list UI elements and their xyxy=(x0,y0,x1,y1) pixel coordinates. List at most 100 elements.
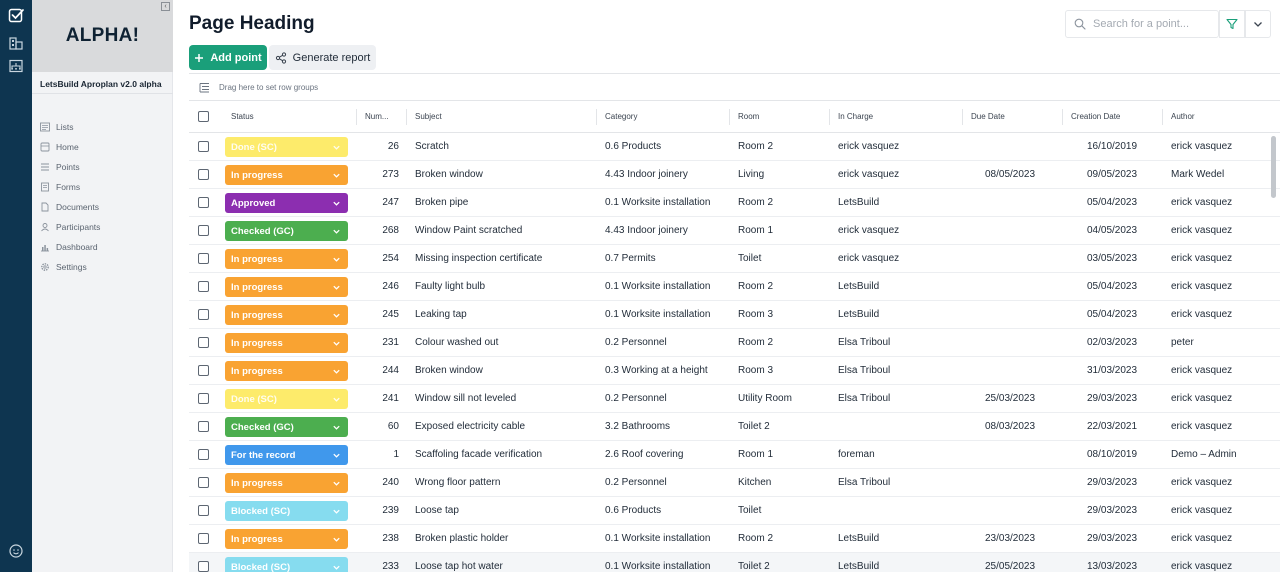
column-separator[interactable] xyxy=(356,109,357,125)
column-header-author[interactable]: Author xyxy=(1171,101,1195,132)
column-header-subject[interactable]: Subject xyxy=(415,101,442,132)
table-row[interactable]: In progress 273 Broken window 4.43 Indoor j… xyxy=(189,161,1280,189)
row-checkbox[interactable] xyxy=(198,169,209,180)
status-dropdown[interactable]: In progress xyxy=(225,361,348,381)
row-checkbox[interactable] xyxy=(198,505,209,516)
row-checkbox[interactable] xyxy=(198,337,209,348)
row-checkbox[interactable] xyxy=(198,141,209,152)
collapse-icon[interactable]: ‹ xyxy=(161,2,170,11)
chevron-down-icon xyxy=(333,453,340,458)
row-checkbox[interactable] xyxy=(198,253,209,264)
row-checkbox[interactable] xyxy=(198,309,209,320)
table-row[interactable]: Checked (GC) 60 Exposed electricity cable 3… xyxy=(189,413,1280,441)
sidebar-item-documents[interactable]: Documents xyxy=(40,200,99,214)
column-separator[interactable] xyxy=(1162,109,1163,125)
row-checkbox[interactable] xyxy=(198,449,209,460)
search-box[interactable] xyxy=(1065,10,1219,38)
status-dropdown[interactable]: Done (SC) xyxy=(225,389,348,409)
table-row[interactable]: Checked (GC) 268 Window Paint scratched 4.4… xyxy=(189,217,1280,245)
column-header-category[interactable]: Category xyxy=(605,101,637,132)
row-group-dropzone[interactable]: Drag here to set row groups xyxy=(189,74,1280,100)
status-dropdown[interactable]: Approved xyxy=(225,193,348,213)
checkbox-logo-icon[interactable] xyxy=(7,6,25,24)
column-separator[interactable] xyxy=(729,109,730,125)
sidebar-item-dashboard[interactable]: Dashboard xyxy=(40,240,98,254)
column-separator[interactable] xyxy=(829,109,830,125)
sidebar-item-points[interactable]: Points xyxy=(40,160,80,174)
sidebar-item-home[interactable]: Home xyxy=(40,140,79,154)
sidebar-item-forms[interactable]: Forms xyxy=(40,180,80,194)
status-label: In progress xyxy=(231,477,283,489)
home-icon xyxy=(40,142,50,152)
status-dropdown[interactable]: In progress xyxy=(225,333,348,353)
table-row[interactable]: In progress 246 Faulty light bulb 0.1 Works… xyxy=(189,273,1280,301)
row-checkbox[interactable] xyxy=(198,225,209,236)
point-in-charge: Elsa Triboul xyxy=(838,393,891,404)
point-number: 231 xyxy=(382,337,399,348)
add-point-button[interactable]: Add point xyxy=(189,45,267,70)
point-in-charge: erick vasquez xyxy=(838,253,900,264)
point-due-date: 25/05/2023 xyxy=(985,561,1036,572)
status-dropdown[interactable]: Blocked (SC) xyxy=(225,557,348,572)
table-row[interactable]: Done (SC) 26 Scratch 0.6 Products Room 2 eric… xyxy=(189,133,1280,161)
status-dropdown[interactable]: In progress xyxy=(225,473,348,493)
table-row[interactable]: In progress 244 Broken window 0.3 Working a… xyxy=(189,357,1280,385)
table-row[interactable]: In progress 245 Leaking tap 0.1 Worksite in… xyxy=(189,301,1280,329)
sidebar-item-participants[interactable]: Participants xyxy=(40,220,100,234)
column-header-in-charge[interactable]: In Charge xyxy=(838,101,873,132)
buildings-icon[interactable] xyxy=(7,34,25,52)
scrollbar-thumb[interactable] xyxy=(1271,136,1276,198)
row-checkbox[interactable] xyxy=(198,365,209,376)
column-separator[interactable] xyxy=(596,109,597,125)
row-checkbox[interactable] xyxy=(198,477,209,488)
column-separator[interactable] xyxy=(406,109,407,125)
table-row[interactable]: In progress 231 Colour washed out 0.2 Perso… xyxy=(189,329,1280,357)
sidebar-item-settings[interactable]: Settings xyxy=(40,260,87,274)
search-input[interactable] xyxy=(1093,18,1213,30)
org-chart-icon[interactable] xyxy=(7,57,25,75)
status-dropdown[interactable]: Checked (GC) xyxy=(225,221,348,241)
row-checkbox[interactable] xyxy=(198,281,209,292)
share-icon xyxy=(275,51,286,64)
column-header-status[interactable]: Status xyxy=(231,101,254,132)
table-row[interactable]: Blocked (SC) 233 Loose tap hot water 0.1 Wo… xyxy=(189,553,1280,572)
table-row[interactable]: Approved 247 Broken pipe 0.1 Worksite insta… xyxy=(189,189,1280,217)
column-header-room[interactable]: Room xyxy=(738,101,759,132)
row-checkbox[interactable] xyxy=(198,393,209,404)
row-checkbox[interactable] xyxy=(198,533,209,544)
status-dropdown[interactable]: Blocked (SC) xyxy=(225,501,348,521)
status-dropdown[interactable]: Done (SC) xyxy=(225,137,348,157)
column-separator[interactable] xyxy=(1062,109,1063,125)
status-dropdown[interactable]: Checked (GC) xyxy=(225,417,348,437)
row-checkbox[interactable] xyxy=(198,421,209,432)
point-category: 0.2 Personnel xyxy=(605,477,667,488)
status-dropdown[interactable]: In progress xyxy=(225,249,348,269)
smiley-icon[interactable] xyxy=(7,542,25,560)
table-row[interactable]: In progress 238 Broken plastic holder 0.1 W… xyxy=(189,525,1280,553)
status-dropdown[interactable]: For the record xyxy=(225,445,348,465)
table-row[interactable]: For the record 1 Scaffoling facade verific… xyxy=(189,441,1280,469)
table-row[interactable]: Blocked (SC) 239 Loose tap 0.6 Products Toil… xyxy=(189,497,1280,525)
table-row[interactable]: Done (SC) 241 Window sill not leveled 0.2 P… xyxy=(189,385,1280,413)
table-row[interactable]: In progress 254 Missing inspection certifi… xyxy=(189,245,1280,273)
row-checkbox[interactable] xyxy=(198,561,209,572)
column-header-due-date[interactable]: Due Date xyxy=(971,101,1005,132)
table-row[interactable]: In progress 240 Wrong floor pattern 0.2 Per… xyxy=(189,469,1280,497)
row-checkbox[interactable] xyxy=(198,197,209,208)
status-label: In progress xyxy=(231,169,283,181)
point-due-date: 23/03/2023 xyxy=(985,533,1036,544)
generate-report-button[interactable]: Generate report xyxy=(269,45,376,70)
column-separator[interactable] xyxy=(962,109,963,125)
status-dropdown[interactable]: In progress xyxy=(225,165,348,185)
column-header-number[interactable]: Num... xyxy=(365,101,389,132)
status-dropdown[interactable]: In progress xyxy=(225,277,348,297)
filter-button[interactable] xyxy=(1219,10,1245,38)
status-dropdown[interactable]: In progress xyxy=(225,305,348,325)
more-options-button[interactable] xyxy=(1245,10,1271,38)
select-all-checkbox[interactable] xyxy=(198,111,209,122)
column-header-creation-date[interactable]: Creation Date xyxy=(1071,101,1120,132)
status-dropdown[interactable]: In progress xyxy=(225,529,348,549)
sidebar-item-lists[interactable]: Lists xyxy=(40,120,73,134)
scrollbar[interactable] xyxy=(1268,134,1278,572)
point-number: 244 xyxy=(382,365,399,376)
